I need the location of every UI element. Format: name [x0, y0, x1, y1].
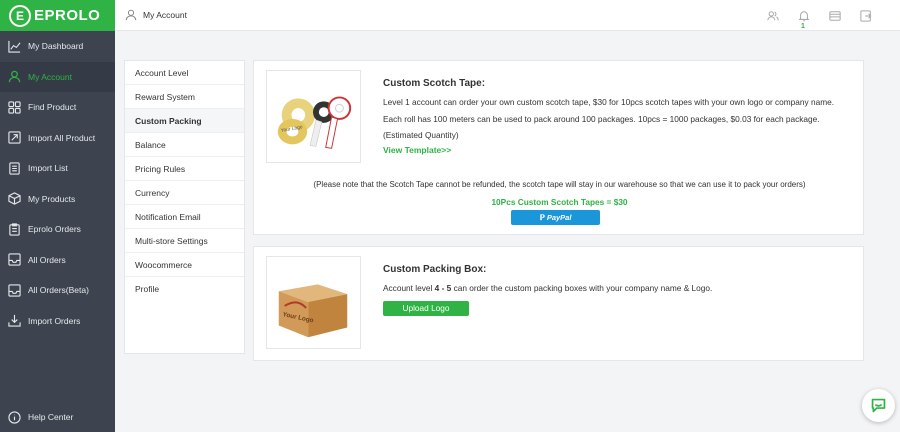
- sidebar: E EPROLO My Dashboard My Account Find Pr…: [0, 0, 115, 432]
- sidebar-item-label: Eprolo Orders: [28, 224, 81, 235]
- menu-item-woocommerce[interactable]: Woocommerce: [125, 253, 244, 277]
- help-center-link[interactable]: Help Center: [0, 402, 115, 432]
- sidebar-item-label: Import Orders: [28, 315, 81, 326]
- box-text-post: can order the custom packing boxes with …: [451, 283, 713, 293]
- box-icon: [8, 192, 21, 205]
- paypal-button[interactable]: ℙ PayPal: [511, 210, 600, 225]
- paypal-label: PayPal: [546, 213, 572, 222]
- page-title: My Account: [143, 10, 187, 20]
- settings-menu: Account Level Reward System Custom Packi…: [124, 60, 245, 354]
- list-icon: [8, 162, 21, 175]
- sidebar-item-find-product[interactable]: Find Product: [0, 92, 115, 123]
- scotch-tape-card: Your Logo Custom Scotch Tape: Level 1 ac…: [253, 60, 864, 235]
- sidebar-item-label: Import List: [28, 163, 68, 174]
- user-icon: [8, 70, 21, 83]
- topbar-actions: 1: [767, 0, 872, 31]
- inbox-icon: [8, 253, 21, 266]
- sidebar-item-all-orders[interactable]: All Orders: [0, 245, 115, 276]
- menu-item-account-level[interactable]: Account Level: [125, 61, 244, 85]
- notification-badge: 1: [801, 22, 805, 30]
- account-icon: [125, 9, 137, 21]
- sidebar-item-my-dashboard[interactable]: My Dashboard: [0, 31, 115, 62]
- sidebar-item-label: My Account: [28, 71, 72, 82]
- sidebar-item-label: All Orders(Beta): [28, 285, 89, 296]
- refund-note: (Please note that the Scotch Tape cannot…: [313, 180, 806, 189]
- chat-icon: [870, 397, 887, 414]
- sidebar-item-import-orders[interactable]: Import Orders: [0, 306, 115, 337]
- inbox-icon: [8, 284, 21, 297]
- users-icon[interactable]: [767, 10, 779, 22]
- grid-icon: [8, 101, 21, 114]
- scotch-tape-body: Custom Scotch Tape: Level 1 account can …: [383, 78, 853, 155]
- menu-item-notification-email[interactable]: Notification Email: [125, 205, 244, 229]
- menu-item-balance[interactable]: Balance: [125, 133, 244, 157]
- menu-item-multi-store-settings[interactable]: Multi-store Settings: [125, 229, 244, 253]
- download-icon: [8, 314, 21, 327]
- scotch-tape-description: Level 1 account can order your own custo…: [383, 97, 835, 140]
- packing-box-body: Custom Packing Box: Account level 4 - 5 …: [383, 264, 853, 316]
- box-text-level: 4 - 5: [434, 283, 452, 293]
- packing-box-title: Custom Packing Box:: [383, 264, 487, 275]
- packing-box-card: Your Logo Custom Packing Box: Account le…: [253, 246, 864, 361]
- sidebar-item-label: Import All Product: [28, 132, 96, 143]
- import-icon: [8, 131, 21, 144]
- menu-item-pricing-rules[interactable]: Pricing Rules: [125, 157, 244, 181]
- logo-mark: E: [9, 4, 31, 27]
- box-text-pre: Account level: [383, 283, 435, 293]
- upload-logo-button[interactable]: Upload Logo: [383, 300, 469, 316]
- scotch-tape-title: Custom Scotch Tape:: [383, 78, 486, 89]
- packing-box-description: Account level 4 - 5 can order the custom…: [383, 280, 853, 297]
- help-center-label: Help Center: [28, 412, 74, 422]
- info-icon: [8, 410, 21, 424]
- logout-icon[interactable]: [860, 9, 872, 22]
- menu-item-profile[interactable]: Profile: [125, 277, 244, 301]
- topbar: My Account 1: [115, 0, 900, 31]
- packing-box-image: Your Logo: [266, 256, 361, 349]
- sidebar-item-my-account[interactable]: My Account: [0, 61, 115, 92]
- sidebar-item-all-orders-beta[interactable]: All Orders(Beta): [0, 275, 115, 306]
- logo[interactable]: E EPROLO: [0, 0, 115, 31]
- tape-price: 10Pcs Custom Scotch Tapes = $30: [491, 197, 628, 207]
- chart-icon: [8, 40, 21, 53]
- scotch-tape-image: Your Logo: [266, 70, 361, 163]
- chat-button[interactable]: [862, 389, 895, 422]
- menu-item-reward-system[interactable]: Reward System: [125, 85, 244, 109]
- sidebar-item-import-list[interactable]: Import List: [0, 153, 115, 184]
- sidebar-item-label: My Dashboard: [28, 41, 84, 52]
- sidebar-item-eprolo-orders[interactable]: Eprolo Orders: [0, 214, 115, 245]
- logo-text: EPROLO: [34, 7, 101, 24]
- sidebar-item-label: My Products: [28, 193, 76, 204]
- sidebar-item-my-products[interactable]: My Products: [0, 184, 115, 215]
- view-template-link[interactable]: View Template>>: [383, 145, 451, 155]
- sidebar-item-label: All Orders: [28, 254, 66, 265]
- paypal-icon: ℙ: [539, 213, 545, 222]
- sidebar-item-import-all-product[interactable]: Import All Product: [0, 123, 115, 154]
- sidebar-nav: My Dashboard My Account Find Product Imp…: [0, 31, 115, 336]
- wallet-icon[interactable]: [829, 10, 841, 22]
- menu-item-currency[interactable]: Currency: [125, 181, 244, 205]
- clipboard-icon: [8, 223, 21, 236]
- bell-icon[interactable]: 1: [798, 10, 810, 30]
- menu-item-custom-packing[interactable]: Custom Packing: [125, 109, 244, 133]
- sidebar-item-label: Find Product: [28, 102, 77, 113]
